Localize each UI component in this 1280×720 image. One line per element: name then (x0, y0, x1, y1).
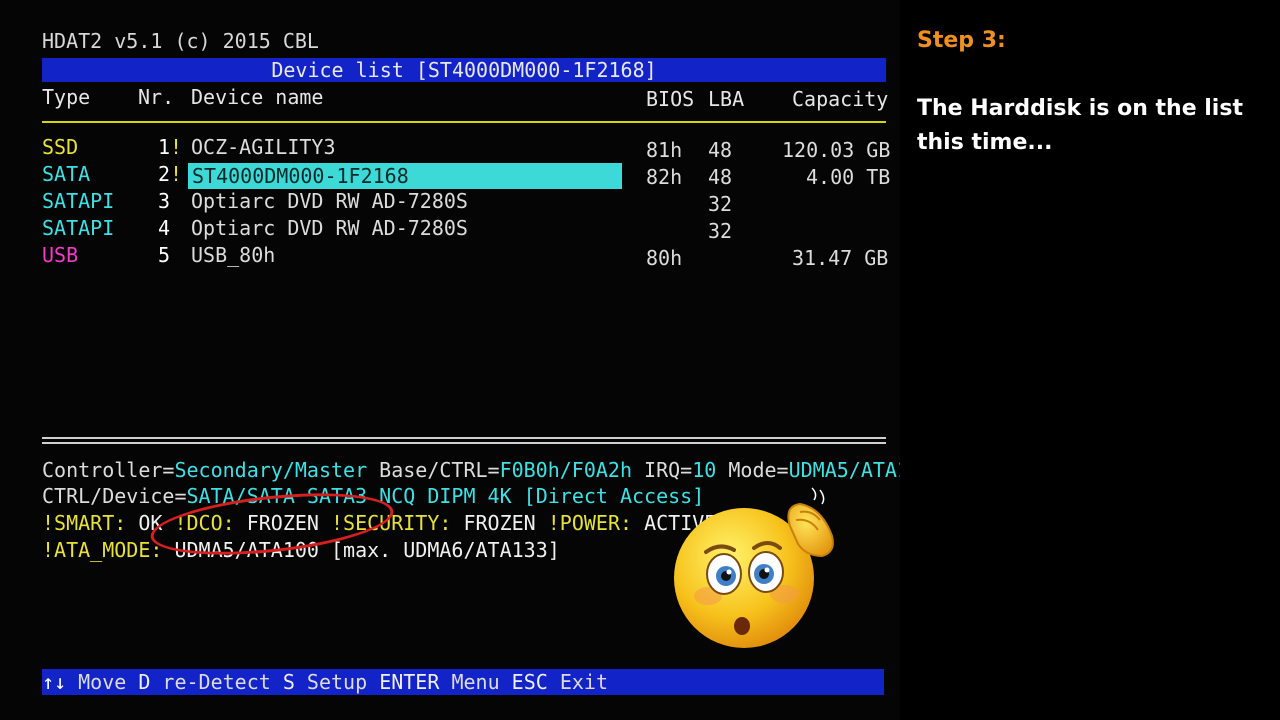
device-capacity: 120.03 GB (782, 138, 891, 162)
device-flag: ! (170, 135, 183, 159)
device-bios: 80h (646, 246, 683, 270)
security-value: FROZEN (451, 511, 548, 535)
ata-mode-line: !ATA_MODE: UDMA5/ATA100 [max. UDMA6/ATA1… (42, 538, 560, 562)
bios-screen: HDAT2 v5.1 (c) 2015 CBL Device list [ST4… (0, 0, 933, 720)
controller-info-line: Controller=Secondary/Master Base/CTRL=F0… (42, 458, 934, 482)
device-lba: 32 (708, 192, 733, 216)
device-name: USB_80h (191, 243, 276, 267)
step-description: The Harddisk is on the list this time... (917, 96, 1243, 155)
device-list-title: Device list [ST4000DM000-1F2168] (42, 58, 886, 82)
info-divider-bottom (42, 442, 886, 444)
confused-thinking-emoji-icon (674, 487, 834, 648)
device-nr: 5 (158, 243, 171, 267)
smart-label: !SMART: (42, 511, 127, 535)
col-header-type: Type (42, 85, 91, 109)
setup-key[interactable]: S (283, 670, 295, 694)
device-type: SATAPI (42, 216, 115, 240)
device-name-selected[interactable]: ST4000DM000-1F2168 (188, 163, 622, 189)
info-divider-top (42, 437, 886, 439)
device-bios: 82h (646, 165, 683, 189)
device-type: SATAPI (42, 189, 115, 213)
device-name: Optiarc DVD RW AD-7280S (191, 216, 468, 240)
col-header-lba: LBA (708, 87, 745, 111)
col-header-device-name: Device name (191, 85, 324, 109)
device-name: Optiarc DVD RW AD-7280S (191, 189, 468, 213)
exit-key[interactable]: ESC (512, 670, 548, 694)
power-label: !POWER: (547, 511, 633, 535)
table-row[interactable]: SATAPI 3 Optiarc DVD RW AD-7280S 32 (0, 188, 900, 216)
header-divider (42, 121, 886, 123)
up-down-arrows-icon: ↑↓ (42, 670, 67, 694)
dco-label: !DCO: (174, 511, 235, 535)
table-row[interactable]: USB 5 USB_80h 80h 31.47 GB (0, 242, 900, 270)
device-capacity: 31.47 GB (792, 246, 889, 270)
table-row-selected[interactable]: SATA 2 ! ST4000DM000-1F2168 82h 48 4.00 … (0, 161, 900, 189)
col-header-bios: BIOS (646, 87, 695, 111)
device-nr: 2 (158, 162, 171, 186)
device-type: SATA (42, 162, 91, 186)
device-name: OCZ-AGILITY3 (191, 135, 336, 159)
dco-value: FROZEN (234, 511, 332, 535)
device-nr: 3 (158, 189, 171, 213)
device-nr: 4 (158, 216, 171, 240)
device-nr: 1 (158, 135, 171, 159)
redetect-key[interactable]: D (138, 670, 150, 694)
ctrl-device-line: CTRL/Device=SATA/SATA SATA3 NCQ DIPM 4K … (42, 484, 705, 508)
status-flags-line: !SMART: OK !DCO: FROZEN !SECURITY: FROZE… (42, 510, 716, 536)
device-bios: 81h (646, 138, 683, 162)
col-header-nr: Nr. (138, 85, 175, 109)
key-help-bar: ↑↓ Move D re-Detect S Setup ENTER Menu E… (42, 669, 884, 695)
device-type: USB (42, 243, 79, 267)
device-lba: 32 (708, 219, 733, 243)
security-label: !SECURITY: (331, 511, 452, 535)
menu-key[interactable]: ENTER (379, 670, 439, 694)
table-row[interactable]: SSD 1 ! OCZ-AGILITY3 81h 48 120.03 GB (0, 134, 900, 162)
step-title: Step 3: (917, 28, 1006, 53)
smart-value: OK (126, 511, 175, 535)
device-capacity: 4.00 TB (806, 165, 891, 189)
device-lba: 48 (708, 138, 733, 162)
device-flag: ! (170, 162, 183, 186)
table-row[interactable]: SATAPI 4 Optiarc DVD RW AD-7280S 32 (0, 215, 900, 243)
device-type: SSD (42, 135, 79, 159)
device-lba: 48 (708, 165, 733, 189)
col-header-capacity: Capacity (792, 87, 889, 111)
app-title: HDAT2 v5.1 (c) 2015 CBL (42, 29, 319, 53)
